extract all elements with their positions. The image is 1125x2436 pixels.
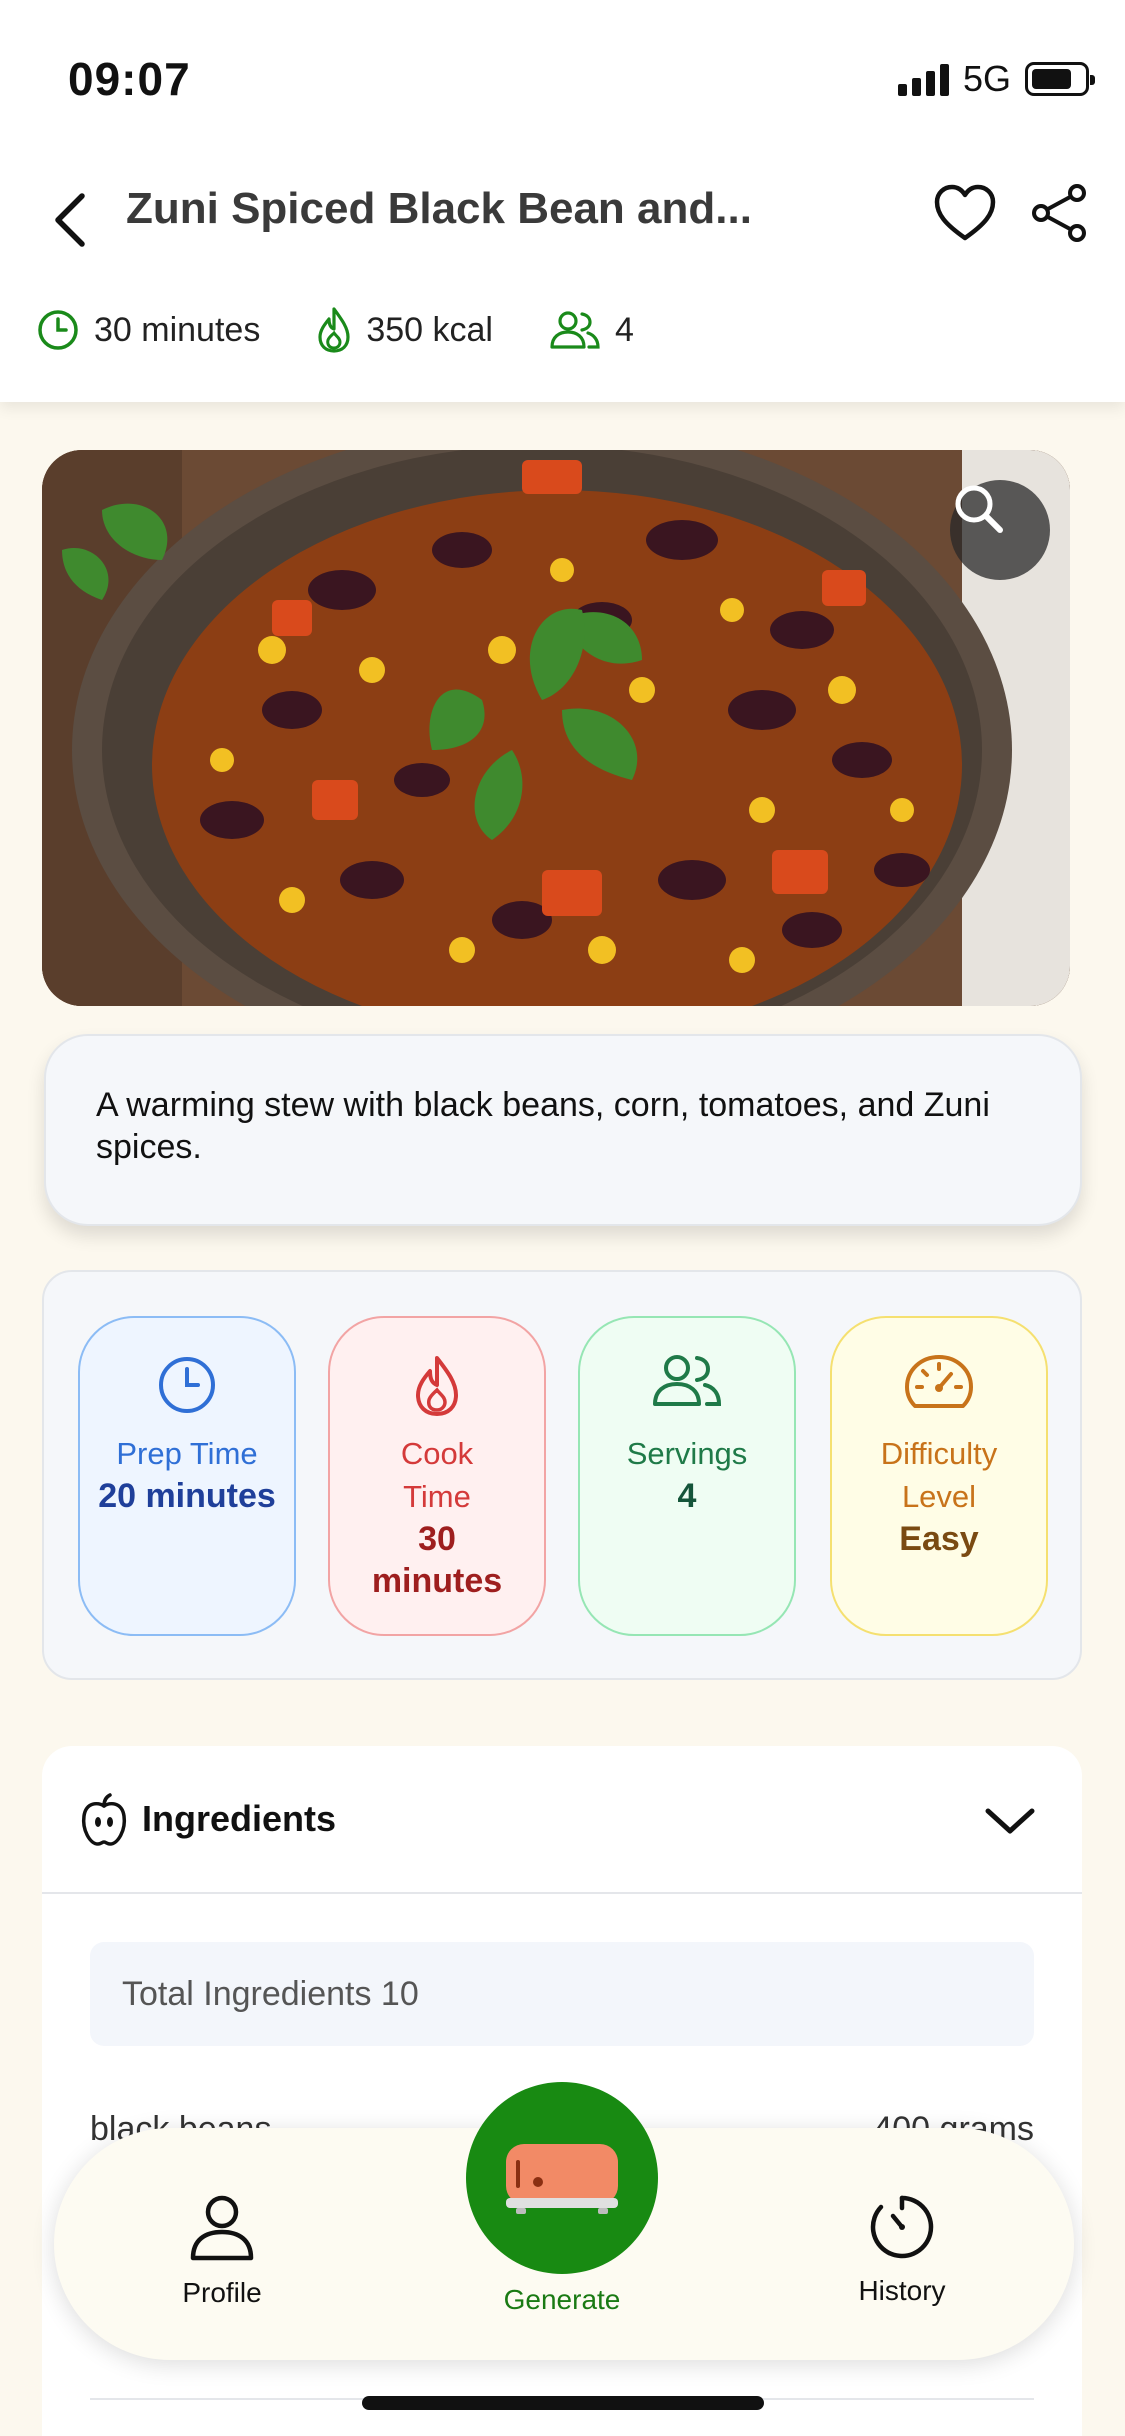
status-indicators: 5G [897, 58, 1095, 100]
stat-cook-label: Cook Time [400, 1436, 474, 1514]
user-icon [190, 2195, 254, 2261]
ingredients-title: Ingredients [142, 1798, 337, 1839]
apple-icon [81, 1793, 127, 1846]
stew-illustration [42, 450, 1070, 1006]
users-icon [550, 311, 600, 349]
network-label: 5G [962, 58, 1011, 99]
status-time: 09:07 [68, 53, 191, 105]
recipe-stats-panel: Prep Time 20 minutes Cook Time 30 minute… [42, 1270, 1082, 1680]
nav-history[interactable]: History [802, 2194, 1002, 2307]
recipe-detail-screen: 09:07 5G Zuni Spiced Black Bean and... 3… [0, 0, 1125, 2436]
chevron-left-icon [55, 193, 85, 247]
signal-icon [897, 62, 949, 96]
total-ingredients: Total Ingredients 10 [90, 1942, 1034, 2046]
back-button[interactable] [40, 180, 100, 260]
favorite-button[interactable] [930, 178, 1000, 248]
battery-icon [1025, 62, 1095, 96]
recipe-image[interactable] [42, 450, 1070, 1006]
recipe-description: A warming stew with black beans, corn, t… [44, 1034, 1082, 1226]
zoom-image-button[interactable] [950, 480, 1050, 580]
total-ingredients-label: Total Ingredients 10 [122, 1974, 419, 2013]
stat-servings-label: Servings [626, 1436, 748, 1471]
meta-time: 30 minutes [36, 308, 260, 352]
flame-icon [416, 1356, 458, 1416]
recipe-meta-row: 30 minutes 350 kcal 4 [36, 306, 690, 354]
meta-time-label: 30 minutes [94, 310, 261, 349]
stat-difficulty-value: Easy [899, 1520, 979, 1558]
meta-calories: 350 kcal [316, 306, 493, 354]
chevron-down-icon [985, 1808, 1035, 1834]
search-icon [955, 485, 1003, 533]
generate-label: Generate [503, 2284, 621, 2315]
flame-icon [318, 307, 350, 353]
toaster-icon [506, 2144, 618, 2214]
stat-difficulty: Difficulty Level Easy [830, 1316, 1048, 1636]
meta-servings-label: 4 [614, 310, 634, 349]
meta-calories-label: 350 kcal [366, 310, 493, 349]
stat-difficulty-label: Difficulty Level [880, 1436, 998, 1514]
stat-cook-value: 30 minutes [371, 1520, 503, 1600]
nav-history-label: History [858, 2275, 946, 2306]
share-button[interactable] [1024, 178, 1094, 248]
gauge-icon [905, 1355, 973, 1408]
timer-icon [870, 2195, 934, 2259]
recipe-title: Zuni Spiced Black Bean and... [126, 184, 752, 233]
stat-servings: Servings 4 [578, 1316, 796, 1636]
ingredients-toggle[interactable] [980, 1796, 1040, 1846]
heart-icon [934, 184, 996, 241]
stat-prep-value: 20 minutes [98, 1477, 276, 1515]
home-indicator [362, 2396, 764, 2410]
ingredients-header[interactable]: Ingredients [42, 1746, 1082, 1894]
stat-prep-time: Prep Time 20 minutes [78, 1316, 296, 1636]
generate-button[interactable] [466, 2082, 658, 2274]
top-header: 09:07 5G Zuni Spiced Black Bean and... 3… [0, 0, 1125, 402]
nav-profile[interactable]: Profile [122, 2194, 322, 2309]
clock-icon [159, 1357, 215, 1413]
clock-icon [38, 310, 78, 350]
stat-cook-time: Cook Time 30 minutes [328, 1316, 546, 1636]
description-text: A warming stew with black beans, corn, t… [96, 1086, 990, 1166]
nav-profile-label: Profile [182, 2277, 262, 2308]
share-icon [1032, 184, 1086, 242]
users-icon [653, 1355, 722, 1406]
stat-prep-label: Prep Time [116, 1436, 258, 1471]
meta-servings: 4 [549, 310, 634, 350]
stat-servings-value: 4 [677, 1477, 697, 1515]
